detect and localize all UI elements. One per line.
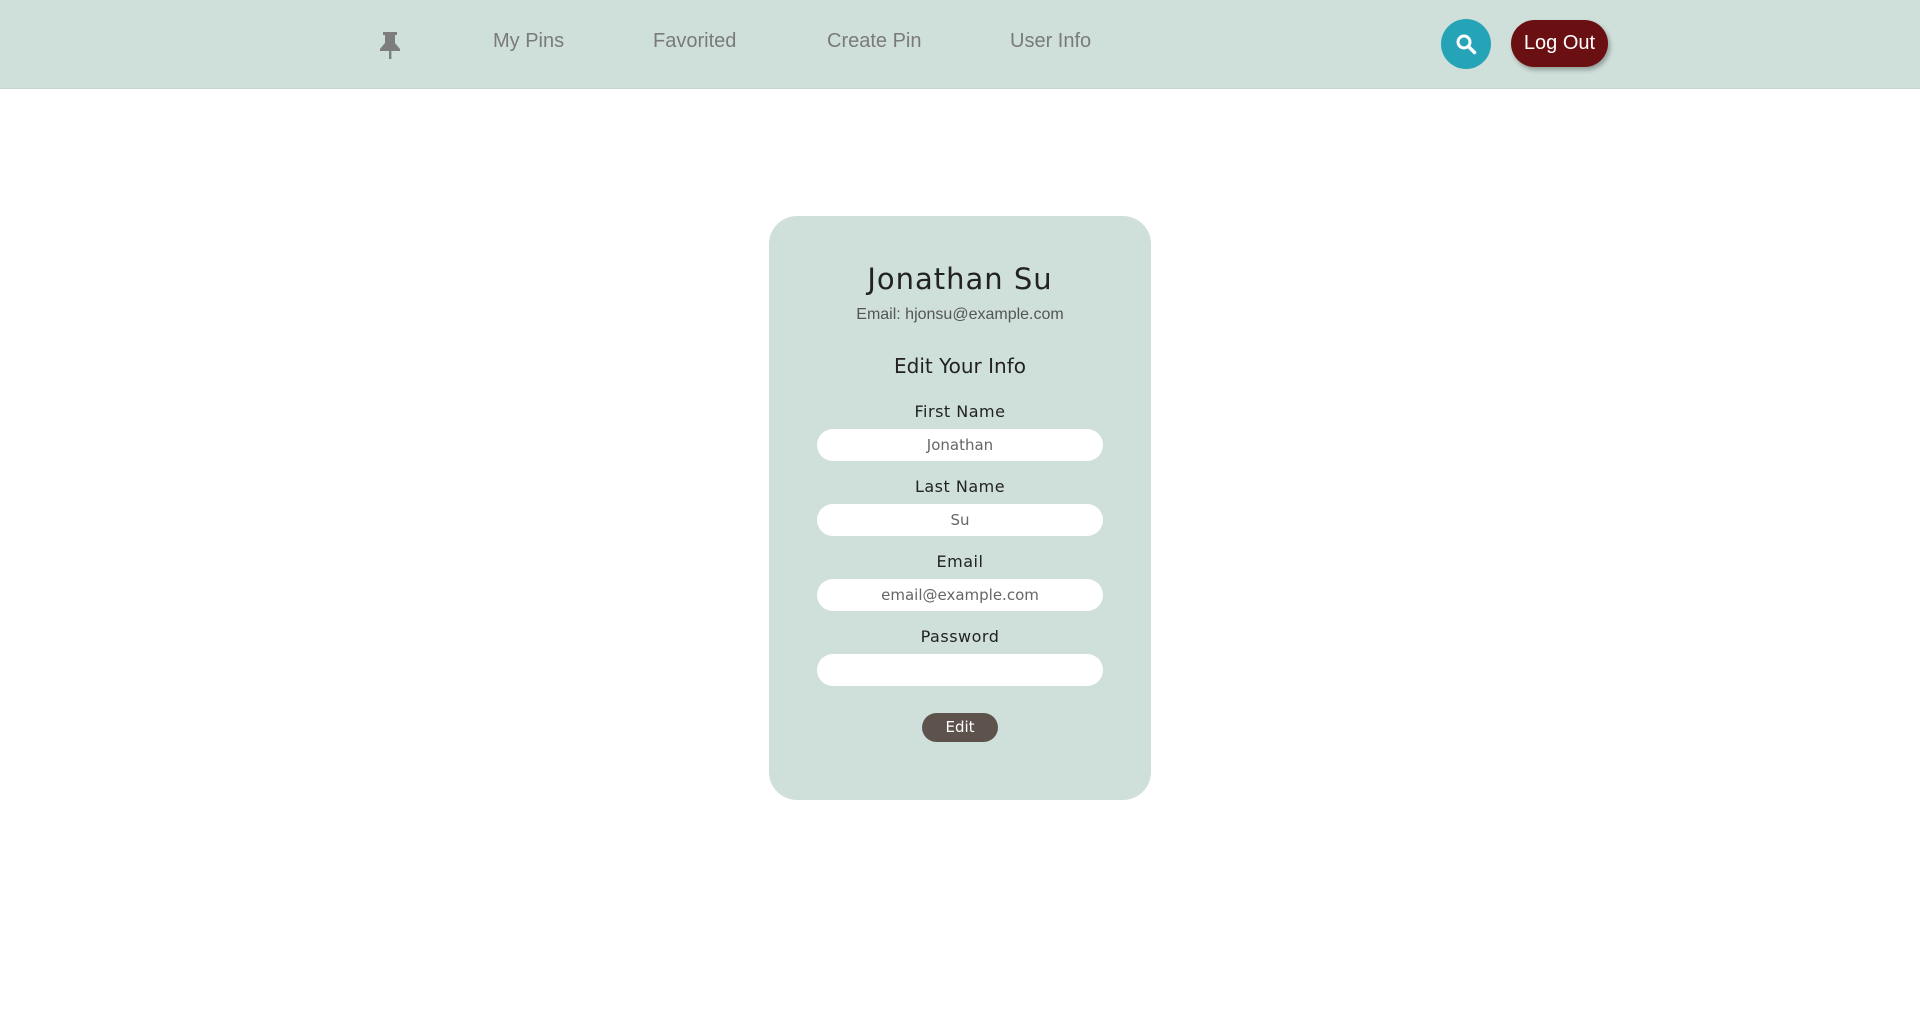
last-name-input[interactable] bbox=[817, 504, 1103, 536]
nav-link-favorited[interactable]: Favorited bbox=[653, 30, 736, 53]
edit-info-heading: Edit Your Info bbox=[894, 354, 1026, 378]
top-navbar: My Pins Favorited Create Pin User Info L… bbox=[0, 0, 1920, 89]
email-input[interactable] bbox=[817, 579, 1103, 611]
password-input[interactable] bbox=[817, 654, 1103, 686]
password-label: Password bbox=[920, 627, 1000, 646]
first-name-label: First Name bbox=[914, 402, 1006, 421]
email-label: Email bbox=[936, 552, 984, 571]
first-name-input[interactable] bbox=[817, 429, 1103, 461]
logout-button[interactable]: Log Out bbox=[1511, 20, 1608, 67]
search-icon bbox=[1456, 34, 1477, 55]
search-button[interactable] bbox=[1441, 19, 1491, 69]
pushpin-icon[interactable] bbox=[378, 30, 402, 60]
edit-submit-button[interactable]: Edit bbox=[922, 713, 998, 742]
nav-link-user-info[interactable]: User Info bbox=[1010, 30, 1091, 53]
user-info-card: Jonathan Su Email: hjonsu@example.com Ed… bbox=[769, 216, 1151, 800]
nav-link-create-pin[interactable]: Create Pin bbox=[827, 30, 922, 53]
last-name-label: Last Name bbox=[914, 477, 1006, 496]
user-full-name: Jonathan Su bbox=[867, 262, 1053, 296]
nav-link-my-pins[interactable]: My Pins bbox=[493, 30, 564, 53]
user-email-text: Email: hjonsu@example.com bbox=[856, 306, 1064, 323]
